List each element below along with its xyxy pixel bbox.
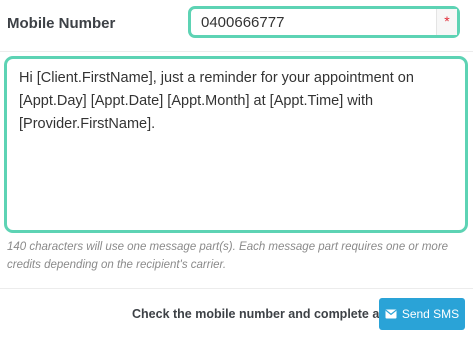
send-sms-label: Send SMS — [401, 307, 460, 321]
mobile-number-input[interactable]: 0400666777 * — [188, 6, 460, 38]
send-sms-button[interactable]: Send SMS — [379, 298, 465, 330]
divider — [0, 288, 473, 289]
required-marker: * — [436, 9, 457, 35]
mobile-number-label: Mobile Number — [7, 15, 116, 32]
message-textarea[interactable]: Hi [Client.FirstName], just a reminder f… — [4, 56, 468, 233]
divider — [0, 51, 473, 52]
envelope-icon — [385, 309, 397, 319]
message-parts-hint: 140 characters will use one message part… — [7, 241, 449, 271]
mobile-number-value[interactable]: 0400666777 — [201, 9, 284, 36]
